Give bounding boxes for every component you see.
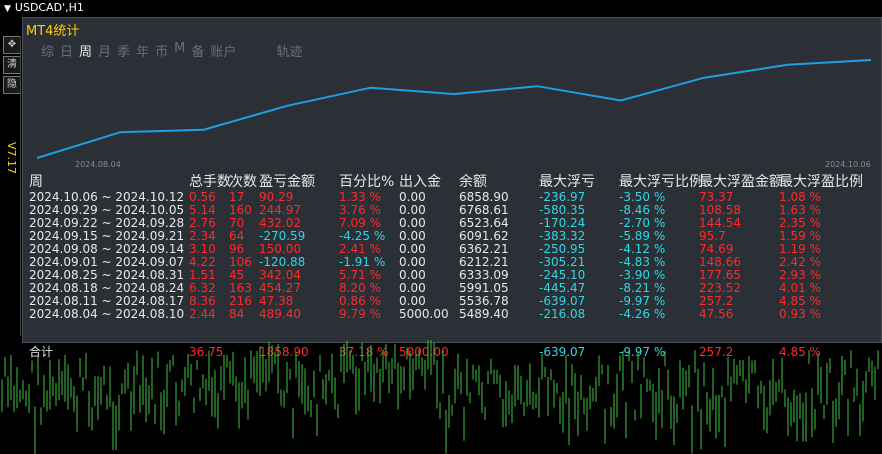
version-label: V7.17	[5, 142, 18, 175]
column-header[interactable]: 最大浮盈比例	[779, 174, 863, 191]
table-cell: 0.93 %	[779, 307, 821, 321]
column-header[interactable]: 盈亏金额	[259, 174, 339, 191]
table-cell: 5489.40	[459, 307, 509, 321]
table-cell: 2.44	[189, 307, 216, 321]
table-cell: 489.40	[259, 307, 301, 321]
column-header[interactable]: 最大浮亏	[539, 174, 619, 191]
table-cell: -216.08	[539, 307, 586, 321]
table-cell: 5000.00	[399, 307, 449, 321]
stats-table: 周总手数 次数 盈亏金额 百分比% 出入金 余额 最大浮亏 最大浮亏比例 最大浮盈金额 最大浮盈比…	[25, 174, 865, 321]
tool-button-1[interactable]: 清	[3, 56, 21, 74]
x-start-label: 2024.08.04	[75, 160, 121, 169]
stats-panel: MT4统计 综日周月季年币 M 备账户 轨迹 2024.08.04 2024.10.0…	[22, 17, 882, 359]
table-row: 2024.08.04 ~ 2024.08.10 2.44 84 489.40 9.79 …	[25, 308, 865, 321]
left-toolbar: ✥ 清 隐	[3, 36, 21, 96]
column-header[interactable]: 余额	[459, 174, 539, 191]
x-end-label: 2024.10.06	[825, 160, 871, 169]
column-header[interactable]: 最大浮盈金额	[699, 174, 783, 191]
dropdown-triangle-icon[interactable]: ▼	[4, 1, 11, 17]
table-header: 周总手数 次数 盈亏金额 百分比% 出入金 余额 最大浮亏 最大浮亏比例 最大浮盈金额 最大浮盈比…	[25, 174, 865, 191]
symbol-title: USDCAD',H1	[14, 1, 84, 14]
column-header[interactable]: 次数	[229, 174, 259, 191]
tool-button-2[interactable]: 隐	[3, 76, 21, 94]
balance-line-chart: 2024.08.04 2024.10.06	[36, 59, 872, 169]
table-cell: 84	[229, 307, 245, 321]
price-candles	[1, 340, 879, 454]
column-header[interactable]: 出入金	[399, 174, 459, 191]
panel-left-border	[20, 36, 21, 336]
panel-title: MT4统计	[26, 24, 80, 39]
table-cell: 2024.08.04 ~ 2024.08.10	[29, 307, 185, 321]
column-header[interactable]: 周	[25, 174, 189, 191]
table-cell: -4.26 %	[619, 307, 666, 321]
move-crosshair-icon[interactable]: ✥	[3, 36, 21, 54]
balance-line	[36, 59, 872, 159]
table-cell: 47.56	[699, 307, 734, 321]
column-header[interactable]: 百分比%	[339, 174, 399, 191]
column-header[interactable]: 最大浮亏比例	[619, 174, 703, 191]
chart-window-title: ▼ USDCAD',H1	[0, 0, 200, 16]
column-header[interactable]: 总手数	[189, 174, 231, 191]
table-cell: 9.79 %	[339, 307, 381, 321]
